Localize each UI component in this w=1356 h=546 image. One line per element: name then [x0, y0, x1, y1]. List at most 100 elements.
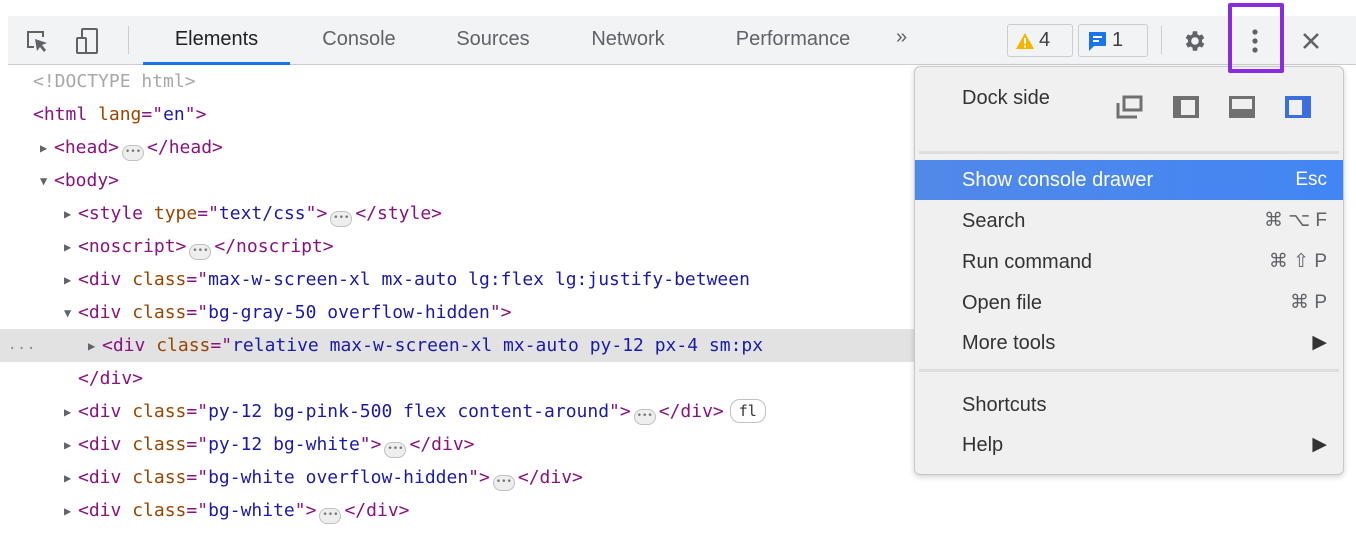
expand-triangle-icon[interactable]: ▶ [64, 198, 78, 231]
menu-divider [919, 369, 1339, 372]
dock-left-icon[interactable] [1172, 95, 1200, 119]
collapsed-ellipsis-icon[interactable]: ••• [189, 244, 212, 260]
tag-open: <div [78, 302, 122, 323]
attr-value: bg-white [208, 500, 295, 521]
collapsed-ellipsis-icon[interactable]: ••• [122, 145, 145, 161]
collapse-triangle-icon[interactable]: ▼ [40, 165, 54, 198]
attr-value: en [163, 104, 185, 125]
dom-row[interactable]: ▶ <div class="bg-white overflow-hidden"> •… [0, 461, 925, 494]
dom-row[interactable]: ▶ <style type="text/css"> ••• </style> [0, 197, 925, 230]
submenu-arrow-icon: ▶ [1312, 332, 1327, 353]
dom-row[interactable]: </div> [0, 362, 925, 395]
attr-value: text/css [218, 203, 306, 224]
dom-row[interactable]: <html lang="en"> [0, 98, 925, 131]
collapsed-ellipsis-icon[interactable]: ••• [384, 442, 407, 458]
messages-badge[interactable]: 1 [1078, 24, 1148, 57]
attr-name: class [132, 269, 187, 290]
undock-icon[interactable] [1116, 95, 1144, 119]
tag-open: <body> [54, 170, 120, 191]
toolbar-divider [1161, 26, 1162, 54]
tag-open: <html [33, 104, 88, 125]
tag-open: <div [102, 335, 146, 356]
dom-row[interactable]: ▶ <noscript> ••• </noscript> [0, 230, 925, 263]
expand-triangle-icon[interactable]: ▶ [64, 396, 78, 429]
menu-item-run-command[interactable]: Run command ⌘ ⇧ P [915, 242, 1343, 282]
tab-sources[interactable]: Sources [438, 16, 548, 64]
submenu-arrow-icon: ▶ [1312, 434, 1327, 455]
collapsed-ellipsis-icon[interactable]: ••• [633, 409, 656, 425]
devtools-toolbar: Elements Console Sources Network Perform… [8, 16, 1356, 65]
menu-item-open-file[interactable]: Open file ⌘ P [915, 283, 1343, 323]
dom-row[interactable]: ▶ <head> ••• </head> [0, 131, 925, 164]
expand-triangle-icon[interactable]: ▶ [64, 429, 78, 462]
dom-row[interactable]: ▶ <div class="py-12 bg-pink-500 flex cont… [0, 395, 925, 428]
tab-elements[interactable]: Elements [143, 16, 290, 64]
menu-item-label: More tools [962, 332, 1056, 354]
attr-value: py-12 bg-pink-500 flex content-around [208, 401, 610, 422]
dom-row[interactable]: ▼ <div class="bg-gray-50 overflow-hidden"… [0, 296, 925, 329]
more-options-highlight [1228, 3, 1284, 73]
tab-console[interactable]: Console [304, 16, 414, 64]
tag-close: </noscript> [214, 236, 334, 257]
attr-value: relative max-w-screen-xl mx-auto py-12 p… [232, 335, 764, 356]
tag-close: </div> [517, 467, 583, 488]
dom-row-selected[interactable]: ... ▶ <div class="relative max-w-screen-x… [0, 329, 925, 362]
menu-item-label: Help [962, 434, 1004, 456]
menu-item-show-console-drawer[interactable]: Show console drawer Esc [915, 160, 1343, 200]
dock-bottom-icon[interactable] [1228, 95, 1256, 119]
tag-open: <head> [54, 137, 120, 158]
more-tabs-button[interactable]: » [896, 26, 907, 49]
collapse-triangle-icon[interactable]: ▼ [64, 297, 78, 330]
menu-item-shortcuts[interactable]: Shortcuts [915, 385, 1343, 425]
toolbar-divider [128, 26, 129, 54]
dom-row[interactable]: ▼ <body> [0, 164, 925, 197]
collapsed-ellipsis-icon[interactable]: ••• [492, 475, 515, 491]
collapsed-ellipsis-icon[interactable]: ••• [330, 211, 353, 227]
menu-item-shortcut: ⌘ P [1290, 292, 1327, 313]
expand-triangle-icon[interactable]: ▶ [40, 132, 54, 165]
warnings-badge[interactable]: 4 [1007, 24, 1073, 57]
collapsed-ellipsis-icon[interactable]: ••• [319, 508, 342, 524]
tag-open: <div [78, 434, 122, 455]
attr-name: class [132, 467, 187, 488]
dock-right-icon[interactable] [1284, 95, 1312, 119]
doctype-text: <!DOCTYPE html> [33, 71, 196, 92]
dom-row[interactable]: <!DOCTYPE html> [0, 65, 925, 98]
tag-open: <div [78, 269, 122, 290]
flex-badge[interactable]: fl [729, 399, 766, 423]
tag-open: <noscript> [78, 236, 187, 257]
tag-close: </div> [658, 401, 724, 422]
row-gutter-dots[interactable]: ... [8, 329, 36, 362]
tag-open: <div [78, 500, 122, 521]
warnings-count: 4 [1039, 29, 1051, 51]
menu-item-shortcut: Esc [1295, 169, 1327, 190]
tag-close: </style> [355, 203, 443, 224]
close-icon[interactable] [1298, 28, 1324, 54]
expand-triangle-icon[interactable]: ▶ [64, 231, 78, 264]
tab-performance[interactable]: Performance [713, 16, 873, 64]
inspect-element-icon[interactable] [24, 28, 50, 54]
tag-close: </div> [344, 500, 410, 521]
attr-value: bg-white overflow-hidden [208, 467, 469, 488]
tag-end: "> [489, 302, 512, 323]
tab-network[interactable]: Network [573, 16, 683, 64]
expand-triangle-icon[interactable]: ▶ [64, 264, 78, 297]
menu-item-more-tools[interactable]: More tools ▶ [915, 323, 1343, 363]
tag-open: <div [78, 401, 122, 422]
message-icon [1089, 31, 1106, 51]
gear-icon[interactable] [1182, 28, 1208, 54]
expand-triangle-icon[interactable]: ▶ [64, 495, 78, 528]
expand-triangle-icon[interactable]: ▶ [88, 330, 102, 363]
device-toolbar-icon[interactable] [74, 28, 100, 54]
dom-row[interactable]: ▶ <div class="max-w-screen-xl mx-auto lg:… [0, 263, 925, 296]
dom-row[interactable]: ▶ <div class="py-12 bg-white"> ••• </div> [0, 428, 925, 461]
menu-item-search[interactable]: Search ⌘ ⌥ F [915, 201, 1343, 241]
menu-item-label: Run command [962, 251, 1093, 273]
expand-triangle-icon[interactable]: ▶ [64, 462, 78, 495]
attr-name: class [156, 335, 211, 356]
dom-row[interactable]: ▶ <div class="bg-white"> ••• </div> [0, 494, 925, 527]
tag-close: </div> [78, 368, 144, 389]
menu-item-help[interactable]: Help ▶ [915, 425, 1343, 465]
attr-name: class [132, 500, 187, 521]
menu-item-label: Search [962, 210, 1026, 232]
